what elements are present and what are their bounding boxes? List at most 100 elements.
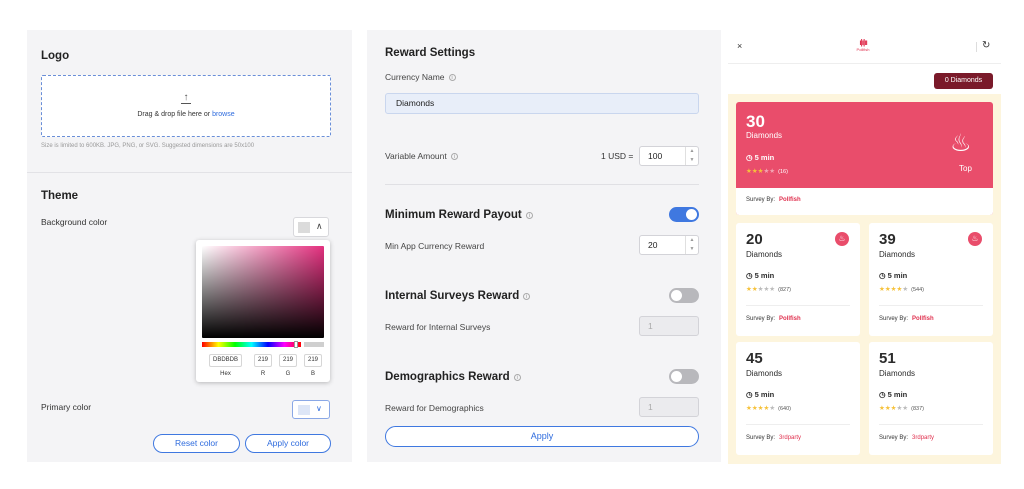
- saturation-value-area[interactable]: [202, 246, 324, 338]
- offer-card[interactable]: 20 Diamonds ♨ ◷ 5 min ★★★★★ (827) Survey …: [736, 223, 860, 336]
- reset-color-button[interactable]: Reset color: [153, 434, 240, 453]
- card-divider: [746, 424, 850, 425]
- info-icon[interactable]: i: [450, 153, 458, 160]
- offer-rating: ★★★★★ (640): [746, 404, 791, 412]
- toggle-knob: [671, 290, 682, 301]
- theme-section-title: Theme: [41, 190, 79, 202]
- blue-label: B: [310, 371, 315, 377]
- browse-link[interactable]: browse: [212, 111, 235, 118]
- internal-surveys-title: Internal Surveys Reward i: [385, 290, 531, 302]
- red-input[interactable]: 219: [254, 354, 272, 367]
- toggle-knob: [686, 209, 697, 220]
- color-picker-popover: DBDBDB 219 219 219 Hex R G B: [196, 240, 330, 382]
- rating-stars-icon: ★★★★★: [879, 405, 909, 412]
- reward-settings-title: Reward Settings: [385, 47, 476, 59]
- background-swatch: [298, 222, 310, 233]
- clock-icon: ◷: [879, 390, 886, 399]
- survey-by: Survey By: 3rdparty: [746, 435, 802, 441]
- upload-icon: ↑: [42, 92, 330, 104]
- demographics-title: Demographics Reward i: [385, 371, 521, 383]
- section-divider: [27, 172, 352, 173]
- stepper-icon[interactable]: ▲ ▼: [685, 236, 698, 254]
- primary-color-button[interactable]: ∨: [292, 400, 330, 419]
- offer-currency: Diamonds: [879, 250, 916, 259]
- offer-amount: 39: [879, 231, 896, 248]
- offer-rating: ★★★★★ (16): [746, 167, 788, 175]
- info-icon[interactable]: i: [525, 212, 533, 219]
- logo-size-hint: Size is limited to 600KB. JPG, PNG, or S…: [41, 143, 255, 149]
- min-payout-label: Min App Currency Reward: [385, 241, 485, 251]
- refresh-icon[interactable]: ↻: [982, 40, 990, 51]
- currency-name-input[interactable]: Diamonds: [385, 93, 699, 114]
- min-payout-title: Minimum Reward Payout i: [385, 209, 533, 221]
- usd-rate-input[interactable]: 100 ▲ ▼: [639, 146, 699, 166]
- offer-card[interactable]: 39 Diamonds ♨ ◷ 5 min ★★★★★ (544) Survey …: [869, 223, 993, 336]
- green-label: G: [285, 371, 291, 377]
- hue-slider-thumb[interactable]: [294, 341, 298, 348]
- card-divider: [879, 424, 983, 425]
- theme-settings-panel: Logo ↑ Drag & drop file here or browse S…: [27, 30, 352, 462]
- blue-input[interactable]: 219: [304, 354, 322, 367]
- offer-card[interactable]: 45 Diamonds ◷ 5 min ★★★★★ (640) Survey By…: [736, 342, 860, 455]
- logo-dropzone[interactable]: ↑ Drag & drop file here or browse: [41, 75, 331, 137]
- internal-surveys-toggle[interactable]: [669, 288, 699, 303]
- section-divider: [385, 184, 699, 185]
- featured-offer-card[interactable]: 30 Diamonds ◷ 5 min ★★★★★ (16) ♨ Top Surv…: [736, 102, 993, 215]
- background-color-label: Background color: [41, 217, 108, 227]
- background-color-button[interactable]: ∧: [293, 217, 329, 237]
- survey-by: Survey By: Pollfish: [746, 316, 801, 322]
- demographics-toggle[interactable]: [669, 369, 699, 384]
- rating-stars-icon: ★★★★★: [746, 286, 776, 293]
- offer-rating: ★★★★★ (837): [879, 404, 924, 412]
- rating-stars-icon: ★★★★★: [879, 286, 909, 293]
- provider-name: 3rdparty: [779, 435, 802, 441]
- rating-count: (640): [778, 406, 791, 412]
- demographics-input[interactable]: 1: [639, 397, 699, 417]
- top-label: Top: [959, 164, 972, 173]
- stepper-icon[interactable]: ▲ ▼: [685, 147, 698, 165]
- hex-input[interactable]: DBDBDB: [209, 354, 242, 367]
- info-icon[interactable]: i: [448, 74, 456, 81]
- flame-icon: ♨: [950, 130, 972, 157]
- provider-name: Pollfish: [779, 197, 801, 203]
- brand-mark-icon: ı|ı|ıı: [859, 38, 867, 47]
- offer-amount: 51: [879, 350, 896, 367]
- offerwall-preview: × ı|ı|ıı Pollfish ↻ 0 Diamonds 30 Diamon…: [728, 30, 1001, 464]
- dropzone-text: Drag & drop file here or browse: [137, 111, 235, 118]
- chevron-up-icon: ∧: [316, 221, 323, 231]
- apply-color-button[interactable]: Apply color: [245, 434, 331, 453]
- min-payout-input[interactable]: 20 ▲ ▼: [639, 235, 699, 255]
- apply-button[interactable]: Apply: [385, 426, 699, 447]
- clock-icon: ◷: [746, 390, 753, 399]
- primary-swatch: [298, 405, 310, 415]
- alpha-slider[interactable]: [304, 342, 324, 347]
- internal-surveys-input[interactable]: 1: [639, 316, 699, 336]
- rating-count: (16): [778, 169, 788, 175]
- card-divider: [746, 305, 850, 306]
- hue-slider[interactable]: [202, 342, 301, 347]
- rating-stars-icon: ★★★★★: [746, 405, 776, 412]
- green-input[interactable]: 219: [279, 354, 297, 367]
- info-icon[interactable]: i: [513, 374, 521, 381]
- pollfish-logo: ı|ı|ıı Pollfish: [848, 38, 878, 52]
- provider-name: Pollfish: [779, 316, 801, 322]
- toggle-knob: [671, 371, 682, 382]
- info-icon[interactable]: i: [523, 293, 531, 300]
- offer-rating: ★★★★★ (827): [746, 285, 791, 293]
- offers-area: 30 Diamonds ◷ 5 min ★★★★★ (16) ♨ Top Surv…: [728, 94, 1001, 464]
- provider-name: 3rdparty: [912, 435, 935, 441]
- card-footer: Survey By: Pollfish: [736, 188, 993, 215]
- offer-currency: Diamonds: [746, 369, 783, 378]
- header-separator: [976, 42, 977, 52]
- close-icon[interactable]: ×: [737, 41, 742, 51]
- card-divider: [879, 305, 983, 306]
- reward-settings-panel: Reward Settings Currency Name i Diamonds …: [367, 30, 721, 462]
- offer-time: ◷ 5 min: [746, 153, 775, 162]
- provider-name: Pollfish: [912, 316, 934, 322]
- rating-count: (544): [911, 287, 924, 293]
- survey-by: Survey By: Pollfish: [746, 197, 801, 203]
- offer-amount: 20: [746, 231, 763, 248]
- min-payout-toggle[interactable]: [669, 207, 699, 222]
- offer-card[interactable]: 51 Diamonds ◷ 5 min ★★★★★ (837) Survey By…: [869, 342, 993, 455]
- clock-icon: ◷: [879, 271, 886, 280]
